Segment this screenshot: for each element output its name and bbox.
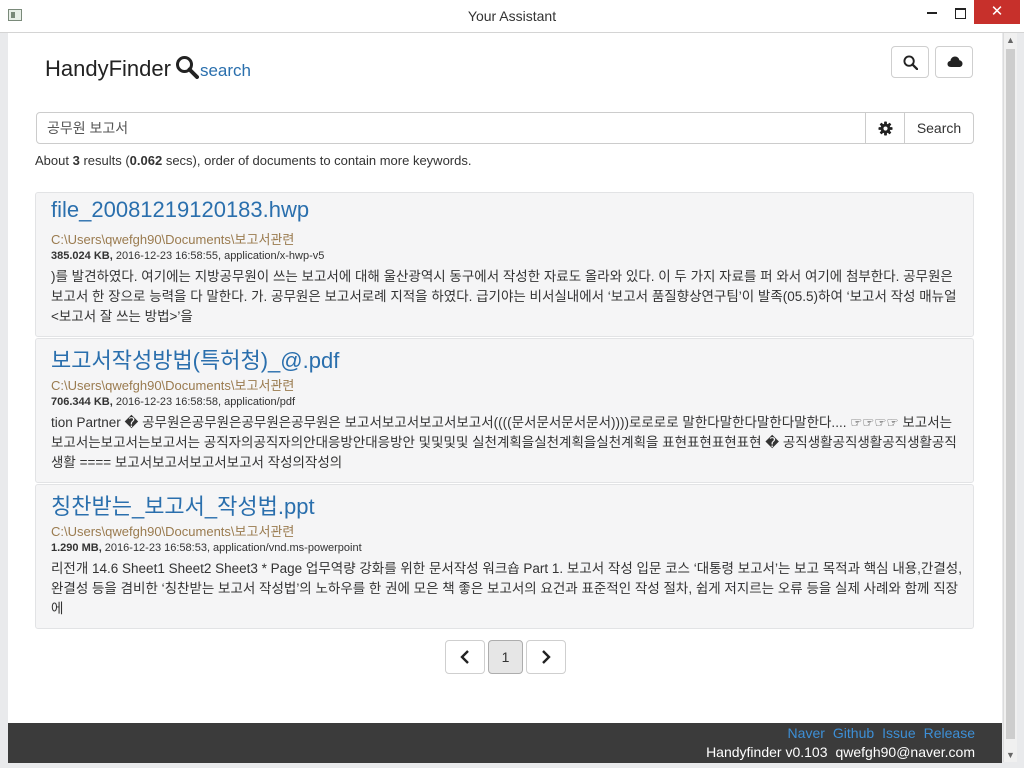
result-date-type: 2016-12-23 16:58:55, application/x-hwp-v… <box>112 250 325 262</box>
brand-logo: HandyFinder search <box>45 55 251 82</box>
summary-prefix: About <box>35 153 73 168</box>
brand-name: HandyFinder <box>45 56 171 81</box>
settings-button[interactable] <box>865 112 905 144</box>
result-date-type: 2016-12-23 16:58:58, application/pdf <box>112 396 296 408</box>
result-size: 1.290 MB, <box>51 542 102 554</box>
gear-icon <box>878 121 893 136</box>
chevron-right-icon <box>542 650 551 664</box>
search-icon <box>175 56 199 79</box>
result-path-link[interactable]: C:\Users\qwefgh90\Documents\보고서관련 <box>51 375 294 394</box>
cloud-icon <box>947 56 963 67</box>
footer-link-github[interactable]: Github <box>833 725 874 741</box>
magnifier-icon <box>903 55 918 70</box>
result-item: file_20081219120183.hwp C:\Users\qwefgh9… <box>35 192 974 337</box>
result-title-link[interactable]: 칭찬받는_보고서_작성법.ppt <box>51 489 315 521</box>
close-button[interactable]: ✕ <box>974 0 1020 24</box>
chevron-left-icon <box>460 650 469 664</box>
vertical-scrollbar[interactable]: ▲ ▼ <box>1003 33 1017 762</box>
result-title-link[interactable]: 보고서작성방법(특허청)_@.pdf <box>51 343 339 375</box>
main-content: HandyFinder search 공무원 보고서 Search About … <box>8 33 1002 723</box>
result-title-link[interactable]: file_20081219120183.hwp <box>51 197 309 223</box>
result-size: 706.344 KB, <box>51 396 113 408</box>
next-page-button[interactable] <box>526 640 566 674</box>
footer: Naver Github Issue Release Handyfinder v0.1… <box>8 723 1002 763</box>
result-snippet: )를 발견하였다. 여기에는 지방공무원이 쓰는 보고서에 대해 울산광역시 동… <box>51 269 957 324</box>
page-button-current[interactable]: 1 <box>488 640 523 674</box>
app-version: Handyfinder v0.103 <box>706 744 828 760</box>
result-item: 칭찬받는_보고서_작성법.ppt C:\Users\qwefgh90\Docum… <box>35 484 974 629</box>
footer-link-naver[interactable]: Naver <box>788 725 825 741</box>
search-button[interactable]: Search <box>904 112 974 144</box>
cloud-button[interactable] <box>935 46 973 78</box>
footer-links: Naver Github Issue Release <box>780 725 975 741</box>
title-bar: Your Assistant ✕ <box>0 0 1024 33</box>
result-snippet: tion Partner � 공무원은공무원은공무원은공무원은 보고서보고서보고… <box>51 415 957 470</box>
maximize-icon <box>954 7 966 19</box>
result-meta: 385.024 KB, 2016-12-23 16:58:55, applica… <box>51 250 324 262</box>
result-path-link[interactable]: C:\Users\qwefgh90\Documents\보고서관련 <box>51 521 294 540</box>
footer-link-release[interactable]: Release <box>924 725 975 741</box>
scroll-thumb[interactable] <box>1006 49 1015 739</box>
result-item: 보고서작성방법(특허청)_@.pdf C:\Users\qwefgh90\Doc… <box>35 338 974 483</box>
minimize-button[interactable] <box>918 0 946 24</box>
footer-info: Handyfinder v0.103 qwefgh90@naver.com <box>698 744 975 760</box>
brand-search-label: search <box>199 61 251 80</box>
result-date-type: 2016-12-23 16:58:53, application/vnd.ms-… <box>101 542 362 554</box>
result-meta: 1.290 MB, 2016-12-23 16:58:53, applicati… <box>51 542 362 554</box>
result-count: 3 <box>72 153 80 168</box>
summary-mid: results ( <box>79 153 130 168</box>
scroll-down-arrow[interactable]: ▼ <box>1004 748 1017 762</box>
scroll-up-arrow[interactable]: ▲ <box>1004 33 1017 47</box>
maximize-button[interactable] <box>946 0 974 24</box>
result-snippet: 리전개 14.6 Sheet1 Sheet2 Sheet3 * Page 업무역… <box>51 561 962 616</box>
summary-suffix: secs), order of documents to contain mor… <box>162 153 472 168</box>
close-icon: ✕ <box>990 3 1004 20</box>
search-page-button[interactable] <box>891 46 929 78</box>
search-input[interactable]: 공무원 보고서 <box>36 112 866 144</box>
result-size: 385.024 KB, <box>51 250 113 262</box>
previous-page-button[interactable] <box>445 640 485 674</box>
contact-email: qwefgh90@naver.com <box>835 744 975 760</box>
result-path-link[interactable]: C:\Users\qwefgh90\Documents\보고서관련 <box>51 229 294 248</box>
search-time: 0.062 <box>129 153 163 168</box>
result-meta: 706.344 KB, 2016-12-23 16:58:58, applica… <box>51 396 295 408</box>
footer-link-issue[interactable]: Issue <box>882 725 915 741</box>
window-title: Your Assistant <box>467 8 557 24</box>
results-summary: About 3 results (0.062 secs), order of d… <box>35 153 471 168</box>
minimize-icon <box>927 12 937 15</box>
